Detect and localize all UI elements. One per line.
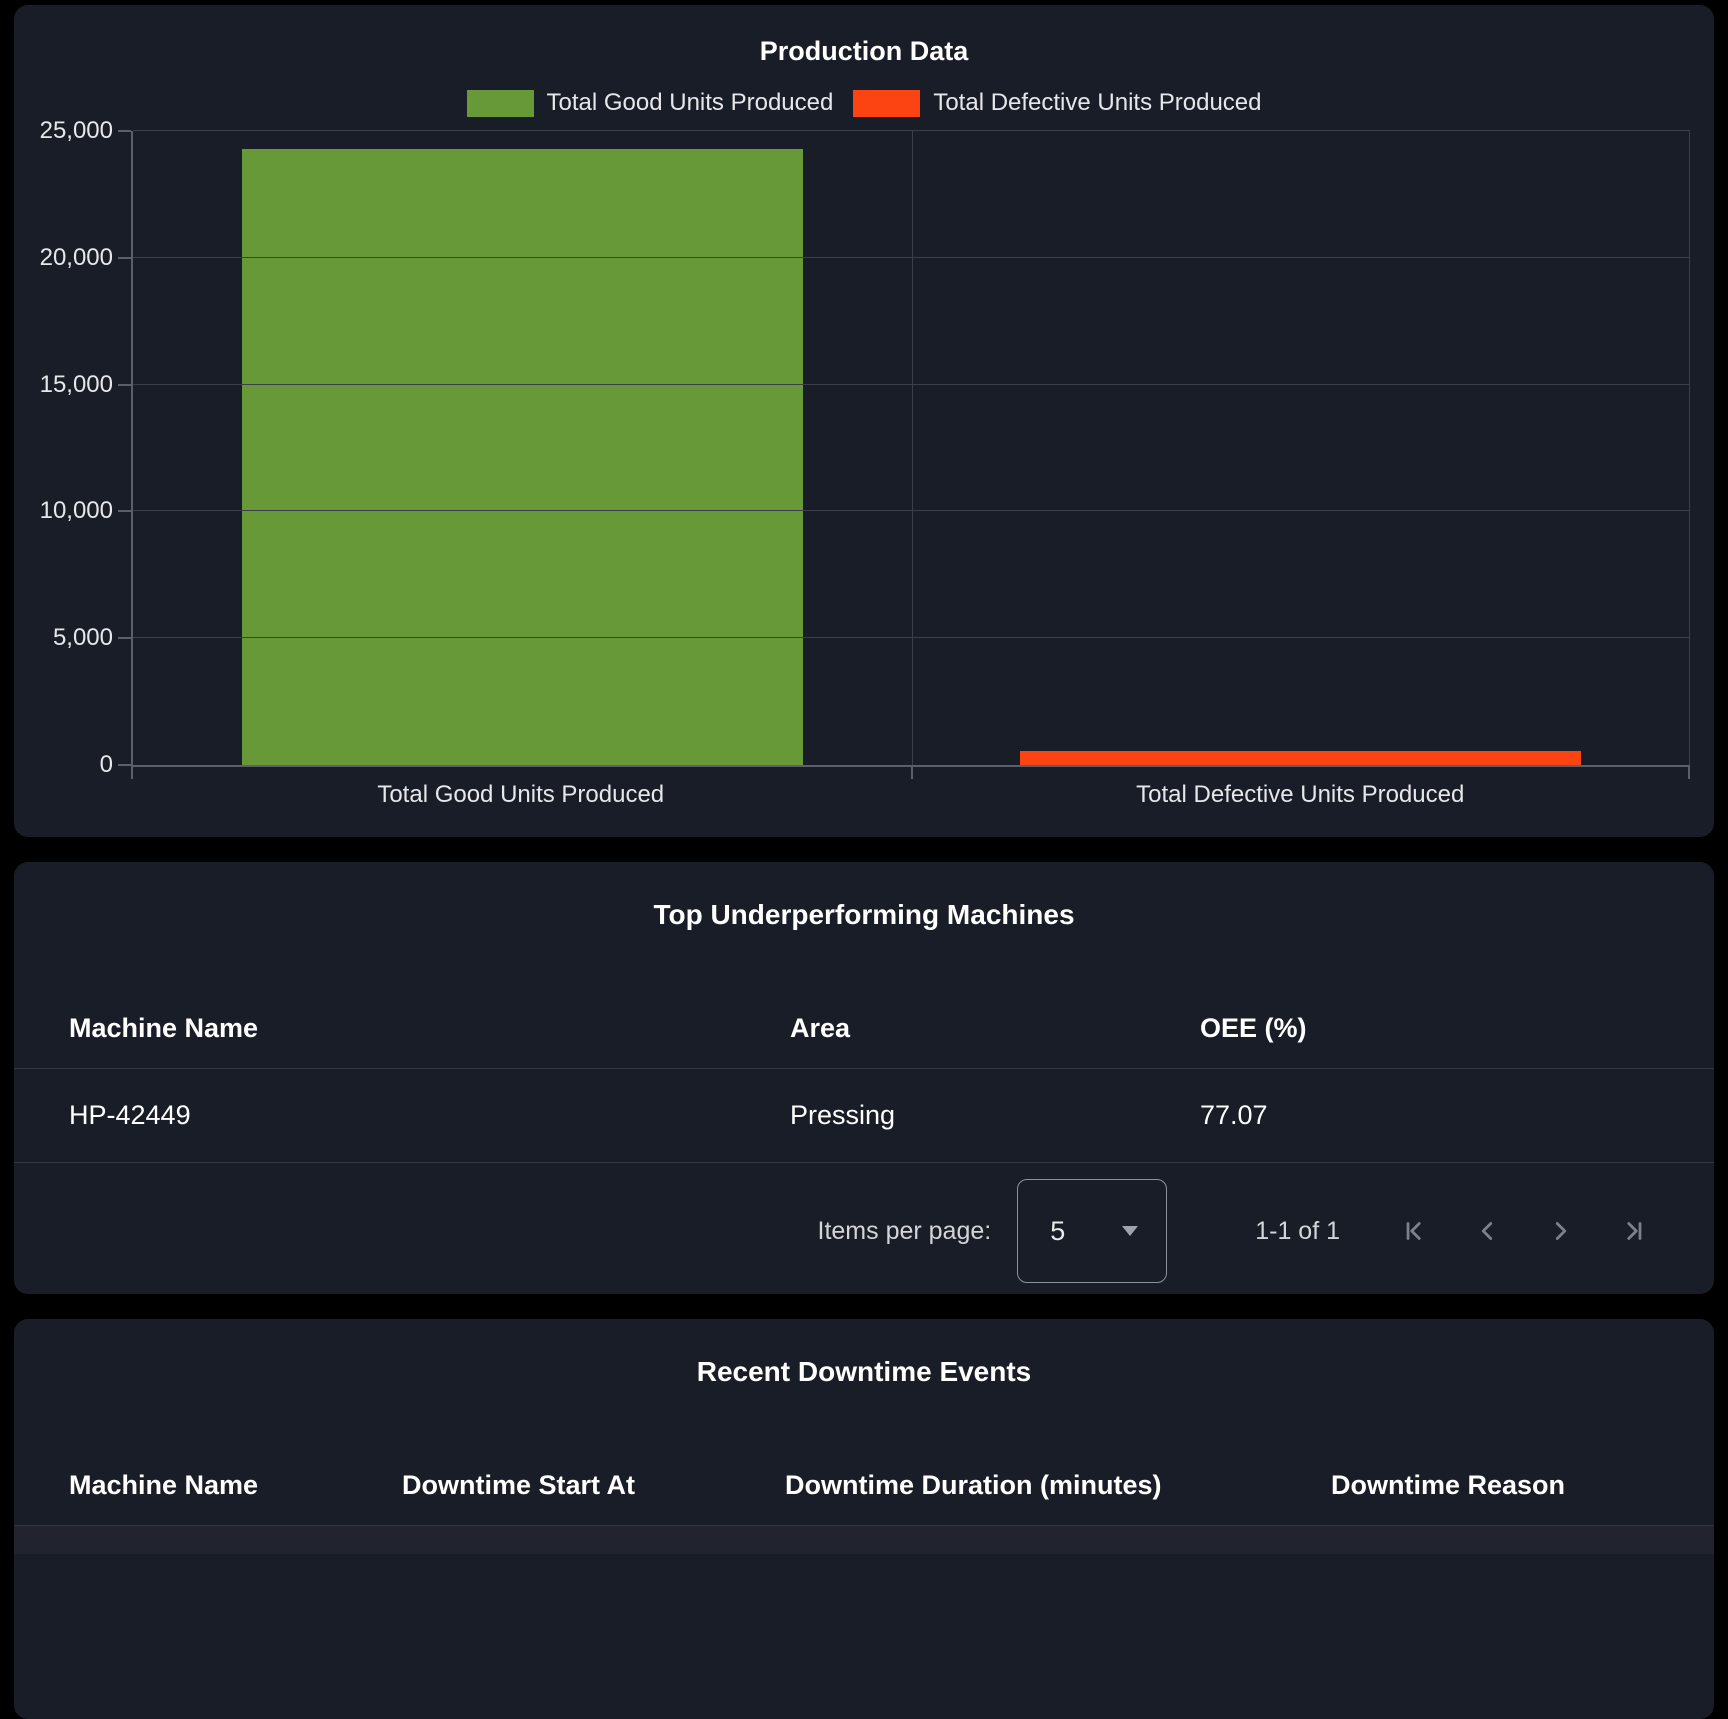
paginator: Items per page: 5 1-1 of 1 bbox=[14, 1163, 1714, 1283]
x-axis-tick bbox=[131, 767, 133, 779]
gridline bbox=[133, 130, 1690, 131]
gridline bbox=[133, 637, 1690, 638]
downtime-table-header-row: Machine Name Downtime Start At Downtime … bbox=[14, 1445, 1714, 1526]
downtime-events-card: Recent Downtime Events Machine Name Down… bbox=[14, 1319, 1714, 1719]
y-axis-tick bbox=[118, 257, 131, 259]
chart-category-labels: Total Good Units ProducedTotal Defective… bbox=[131, 781, 1690, 809]
y-axis-tick bbox=[118, 637, 131, 639]
legend-item-total-defective-units-produced[interactable]: Total Defective Units Produced bbox=[853, 89, 1261, 117]
x-axis-tick bbox=[911, 767, 913, 779]
chevron-right-icon bbox=[1546, 1216, 1576, 1246]
chart-bars bbox=[133, 131, 1690, 765]
bar-total-defective-units-produced[interactable] bbox=[1020, 751, 1581, 765]
previous-page-button[interactable] bbox=[1472, 1216, 1502, 1246]
y-axis-tick bbox=[118, 384, 131, 386]
first-page-button[interactable] bbox=[1398, 1216, 1428, 1246]
column-header-oee: OEE (%) bbox=[1200, 1013, 1659, 1044]
paginator-range-label: 1-1 of 1 bbox=[1255, 1217, 1340, 1246]
paginator-buttons bbox=[1398, 1216, 1650, 1246]
column-header-downtime-duration: Downtime Duration (minutes) bbox=[785, 1470, 1331, 1501]
bar-slot-total-defective-units-produced bbox=[912, 131, 1691, 765]
chevron-down-icon bbox=[1122, 1226, 1138, 1236]
underperforming-table-title: Top Underperforming Machines bbox=[14, 862, 1714, 932]
y-tick-label: 25,000 bbox=[40, 119, 113, 143]
table-row-partial[interactable] bbox=[14, 1526, 1714, 1554]
legend-label: Total Good Units Produced bbox=[547, 89, 834, 117]
next-page-button[interactable] bbox=[1546, 1216, 1576, 1246]
items-per-page-label: Items per page: bbox=[818, 1217, 992, 1246]
chart-plot-area: 05,00010,00015,00020,00025,000 bbox=[131, 131, 1690, 767]
chart-legend: Total Good Units Produced Total Defective… bbox=[14, 89, 1714, 117]
page-size-value: 5 bbox=[1050, 1216, 1065, 1247]
dashboard-page: Production Data Total Good Units Produce… bbox=[0, 0, 1728, 1719]
y-axis-tick bbox=[118, 764, 131, 766]
underperforming-table-header-row: Machine Name Area OEE (%) bbox=[14, 988, 1714, 1069]
bar-slot-total-good-units-produced bbox=[133, 131, 912, 765]
production-chart-card: Production Data Total Good Units Produce… bbox=[14, 5, 1714, 837]
chart-title: Production Data bbox=[14, 5, 1714, 67]
cell-oee: 77.07 bbox=[1200, 1100, 1659, 1131]
column-header-downtime-reason: Downtime Reason bbox=[1331, 1470, 1659, 1501]
last-page-icon bbox=[1620, 1216, 1650, 1246]
legend-swatch-icon bbox=[467, 90, 534, 117]
column-header-machine-name: Machine Name bbox=[69, 1013, 790, 1044]
cell-machine-name: HP-42449 bbox=[69, 1100, 790, 1131]
chevron-left-icon bbox=[1472, 1216, 1502, 1246]
bar-total-good-units-produced[interactable] bbox=[242, 149, 803, 765]
column-header-area: Area bbox=[790, 1013, 1200, 1044]
underperforming-machines-card: Top Underperforming Machines Machine Nam… bbox=[14, 862, 1714, 1294]
y-tick-label: 0 bbox=[100, 753, 113, 777]
table-row[interactable]: HP-42449 Pressing 77.07 bbox=[14, 1069, 1714, 1163]
y-axis-tick bbox=[118, 510, 131, 512]
column-header-machine-name: Machine Name bbox=[69, 1470, 402, 1501]
y-axis-tick bbox=[118, 130, 131, 132]
downtime-table-title: Recent Downtime Events bbox=[14, 1319, 1714, 1389]
x-category-label: Total Good Units Produced bbox=[131, 781, 911, 809]
legend-label: Total Defective Units Produced bbox=[933, 89, 1261, 117]
page-size-select[interactable]: 5 bbox=[1017, 1179, 1167, 1283]
legend-item-total-good-units-produced[interactable]: Total Good Units Produced bbox=[467, 89, 834, 117]
y-tick-label: 20,000 bbox=[40, 246, 113, 270]
x-category-label: Total Defective Units Produced bbox=[911, 781, 1691, 809]
y-tick-label: 15,000 bbox=[40, 373, 113, 397]
column-header-downtime-start: Downtime Start At bbox=[402, 1470, 785, 1501]
gridline bbox=[133, 384, 1690, 385]
y-tick-label: 5,000 bbox=[53, 626, 113, 650]
gridline bbox=[133, 257, 1690, 258]
legend-swatch-icon bbox=[853, 90, 920, 117]
last-page-button[interactable] bbox=[1620, 1216, 1650, 1246]
first-page-icon bbox=[1398, 1216, 1428, 1246]
cell-area: Pressing bbox=[790, 1100, 1200, 1131]
x-axis-tick bbox=[1688, 767, 1690, 779]
gridline bbox=[133, 510, 1690, 511]
y-tick-label: 10,000 bbox=[40, 499, 113, 523]
